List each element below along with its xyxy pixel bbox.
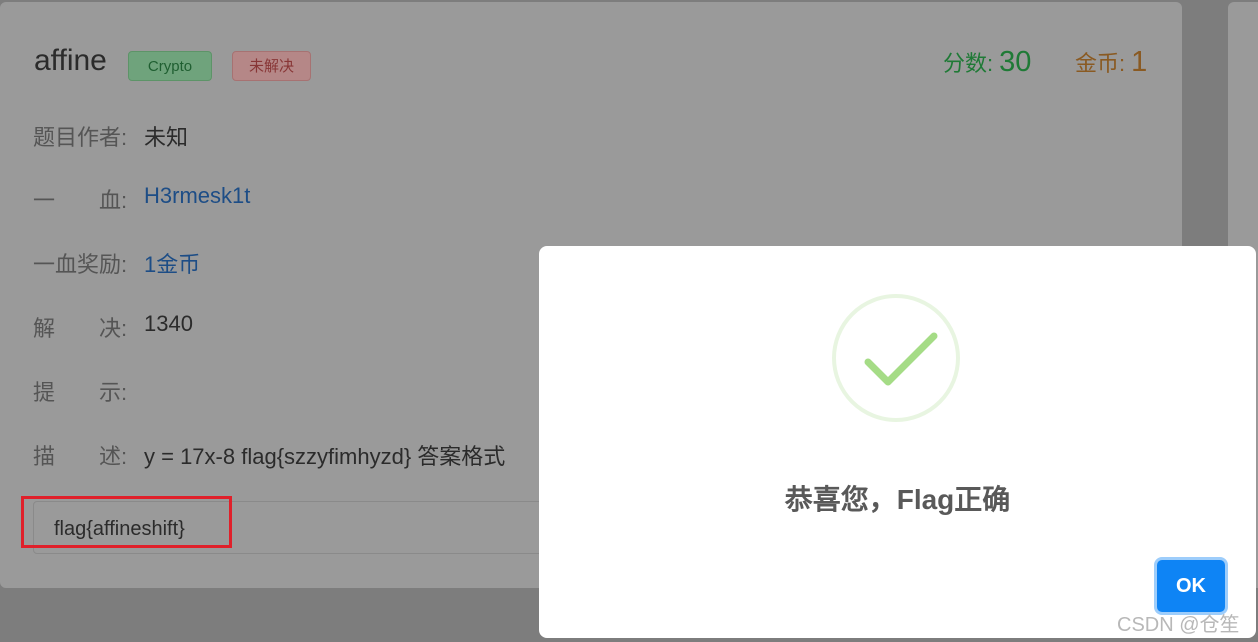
detail-label: 题目作者: [33, 125, 128, 150]
detail-label: 提 示: [33, 380, 128, 405]
detail-description: 描 述: y = 17x-8 flag{szzyfimhyzd} 答案格式 [33, 439, 505, 471]
detail-label: 一 血: [33, 188, 128, 213]
dialog-title: 恭喜您，Flag正确 [784, 484, 1011, 515]
score-value: 30 [999, 46, 1032, 78]
annotation-highlight-box [21, 496, 232, 548]
challenge-title: affine [34, 44, 107, 77]
ok-button[interactable]: OK [1157, 560, 1225, 612]
detail-value: 1金币 [144, 252, 201, 277]
detail-label: 一血奖励: [33, 252, 128, 277]
watermark-text: CSDN @仓笙 [1117, 614, 1240, 636]
detail-value: 1340 [144, 311, 193, 336]
category-badge: Crypto [128, 51, 212, 81]
detail-first-blood-reward: 一血奖励: 1金币 [33, 247, 200, 279]
detail-solves: 解 决: 1340 [33, 311, 193, 343]
detail-value: y = 17x-8 flag{szzyfimhyzd} 答案格式 [144, 444, 506, 469]
detail-hint: 提 示: [33, 375, 131, 407]
coins-value: 1 [1131, 46, 1148, 78]
success-check-icon [832, 294, 960, 422]
success-dialog: 恭喜您，Flag正确 OK [539, 246, 1256, 638]
score-label: 分数: [943, 51, 994, 76]
detail-label: 解 决: [33, 316, 128, 341]
score: 分数: 30 [943, 46, 1031, 79]
coins: 金币: 1 [1075, 46, 1147, 79]
detail-author: 题目作者: 未知 [33, 120, 188, 152]
detail-value: 未知 [144, 125, 189, 150]
detail-label: 描 述: [33, 444, 128, 469]
status-badge: 未解决 [232, 51, 311, 81]
first-blood-user-link[interactable]: H3rmesk1t [144, 183, 250, 209]
coins-label: 金币: [1075, 51, 1126, 76]
detail-first-blood: 一 血: H3rmesk1t [33, 183, 250, 215]
